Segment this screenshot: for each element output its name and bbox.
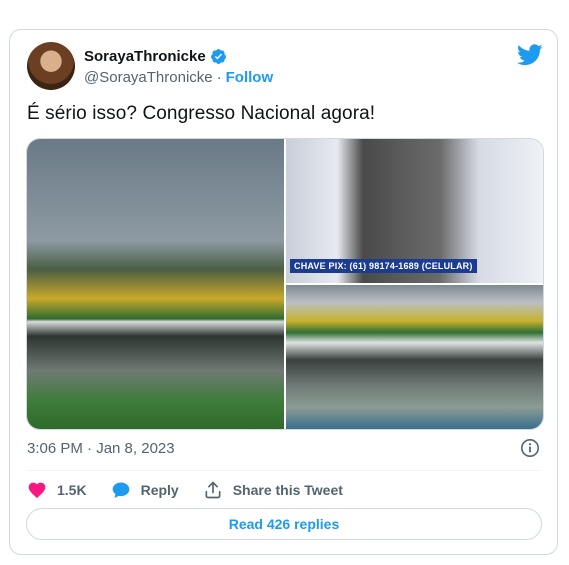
author-name-row: SorayaThronicke [84,48,227,65]
avatar[interactable] [27,42,75,90]
share-label: Share this Tweet [232,482,343,498]
reply-label: Reply [140,482,179,498]
action-bar: 1.5K Reply Share this Tweet [27,480,367,500]
reply-button[interactable]: Reply [111,480,179,500]
tweet-text: É sério isso? Congresso Nacional agora! [27,103,376,124]
author-handle-row: @SorayaThronicke · Follow [84,69,273,86]
share-button[interactable]: Share this Tweet [203,480,343,500]
follow-button[interactable]: Follow [226,69,274,86]
like-count: 1.5K [57,482,87,498]
media-photo-congress-roof[interactable] [27,139,284,429]
read-replies-button[interactable]: Read 426 replies [26,508,542,540]
divider [27,470,540,471]
tweet-card: SorayaThronicke @SorayaThronicke · Follo… [9,29,558,555]
tweet-timestamp[interactable]: 3:06 PM · Jan 8, 2023 [27,440,175,457]
media-caption-banner: CHAVE PIX: (61) 98174-1689 (CELULAR) [290,259,477,273]
author-handle[interactable]: @SorayaThronicke [84,69,213,86]
heart-icon [28,482,46,498]
separator-dot: · [216,69,222,86]
like-button[interactable]: 1.5K [27,480,87,500]
tweet-media-grid[interactable]: CHAVE PIX: (61) 98174-1689 (CELULAR) [26,138,544,430]
share-arrow-icon [205,481,221,499]
media-photo-congress-crowd[interactable] [286,285,543,429]
verified-badge-icon [210,49,226,64]
author-display-name[interactable]: SorayaThronicke [84,48,206,65]
info-icon[interactable] [520,438,540,458]
twitter-bird-icon[interactable] [517,44,543,66]
speech-bubble-icon [112,482,129,498]
media-photo-congress-entrance[interactable]: CHAVE PIX: (61) 98174-1689 (CELULAR) [286,139,543,283]
